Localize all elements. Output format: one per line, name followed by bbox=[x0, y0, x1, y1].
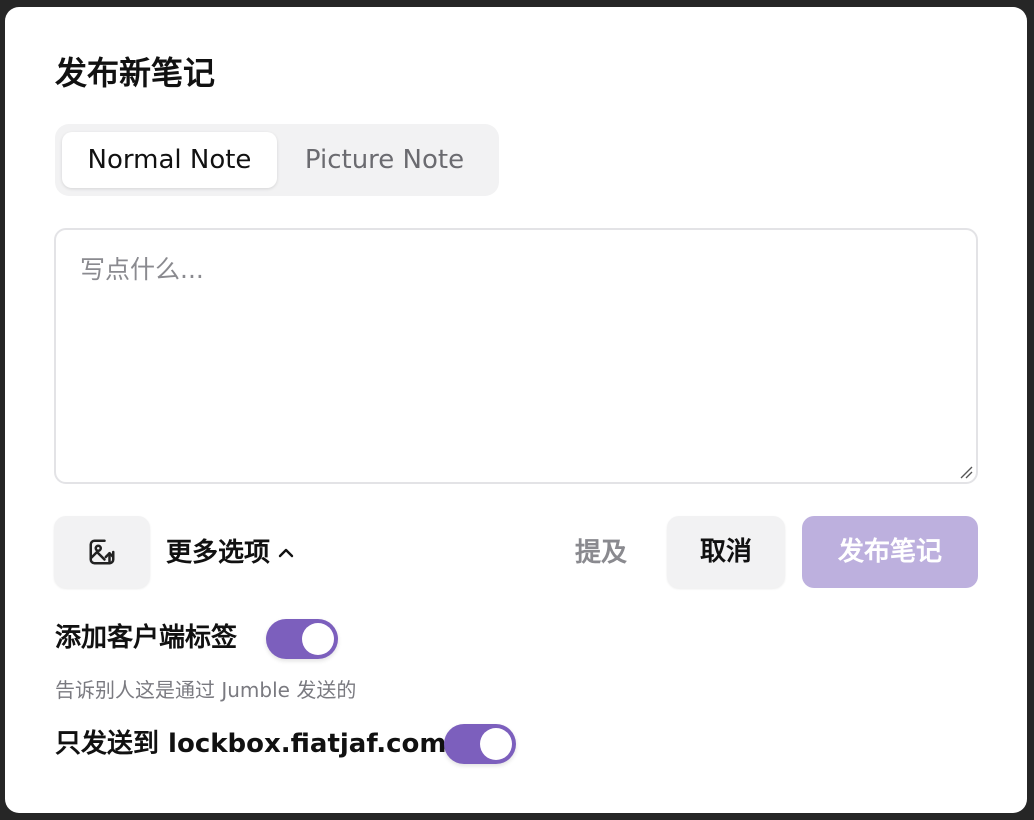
resize-handle-icon[interactable] bbox=[959, 465, 973, 479]
note-content-input[interactable] bbox=[54, 228, 978, 484]
client-tag-label: 添加客户端标签 bbox=[55, 623, 238, 653]
note-type-tabs: Normal Note Picture Note bbox=[55, 124, 499, 196]
chevron-up-icon bbox=[278, 548, 294, 558]
image-upload-icon bbox=[89, 539, 115, 565]
toggle-knob bbox=[480, 728, 512, 760]
mention-button[interactable]: 提及 bbox=[561, 533, 641, 573]
toggle-knob bbox=[302, 623, 334, 655]
upload-image-button[interactable] bbox=[54, 516, 150, 588]
tab-normal-note[interactable]: Normal Note bbox=[62, 132, 277, 188]
relay-only-toggle[interactable] bbox=[444, 724, 516, 764]
client-tag-description: 告诉别人这是通过 Jumble 发送的 bbox=[55, 678, 357, 702]
relay-only-label: 只发送到 lockbox.fiatjaf.com bbox=[55, 729, 447, 759]
cancel-button[interactable]: 取消 bbox=[667, 516, 785, 588]
client-tag-toggle[interactable] bbox=[266, 619, 338, 659]
more-options-button[interactable]: 更多选项 bbox=[166, 533, 296, 573]
new-note-dialog: 发布新笔记 Normal Note Picture Note 更多选项 提及 取… bbox=[5, 7, 1027, 813]
more-options-label: 更多选项 bbox=[166, 538, 271, 568]
dialog-title: 发布新笔记 bbox=[55, 54, 216, 92]
publish-note-button[interactable]: 发布笔记 bbox=[802, 516, 978, 588]
tab-picture-note[interactable]: Picture Note bbox=[277, 132, 492, 188]
